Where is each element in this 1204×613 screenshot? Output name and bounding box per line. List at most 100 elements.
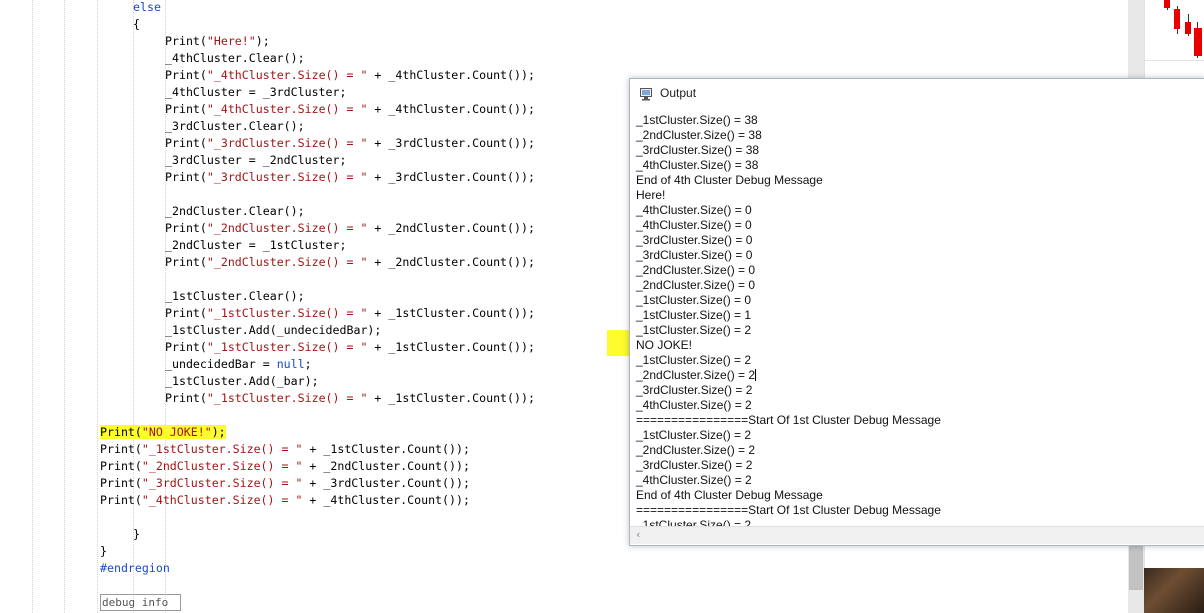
output-line-text: _1stCluster.Size() = 2 (636, 518, 752, 526)
indent-guide (64, 0, 65, 613)
code-token: Print( (165, 340, 207, 354)
output-line: _2ndCluster.Size() = 2 (636, 443, 755, 458)
output-line: _1stCluster.Size() = 0 (636, 293, 751, 308)
output-line: _4thCluster.Size() = 2 (636, 473, 752, 488)
output-line-text: _2ndCluster.Size() = 0 (636, 263, 756, 277)
code-token: + _2ndCluster.Count()); (367, 255, 535, 269)
output-line-text: _3rdCluster.Size() = 0 (636, 248, 753, 262)
candle-bar (1194, 28, 1202, 56)
code-token: Print( (100, 442, 142, 456)
code-token: Print( (165, 306, 207, 320)
code-line: Print("_4thCluster.Size() = " + _4thClus… (165, 67, 535, 84)
code-token: _4thCluster = _3rdCluster; (165, 85, 347, 99)
code-token: _1stCluster.Add(_undecidedBar); (165, 323, 382, 337)
output-line-text: _1stCluster.Size() = 2 (636, 428, 752, 442)
code-line: Print("_2ndCluster.Size() = " + _2ndClus… (100, 458, 470, 475)
code-line: _3rdCluster = _2ndCluster; (165, 152, 346, 169)
code-token: Print( (165, 255, 207, 269)
code-token: Print( (165, 68, 207, 82)
output-line-text: _3rdCluster.Size() = 0 (636, 233, 753, 247)
code-line: Print("_4thCluster.Size() = " + _4thClus… (165, 101, 535, 118)
code-string: "_2ndCluster.Size() = " (141, 459, 303, 473)
scroll-left-arrow-icon[interactable]: ‹ (636, 528, 640, 541)
code-keyword: #endregion (100, 561, 170, 575)
output-line-text: _2ndCluster.Size() = 0 (636, 278, 756, 292)
output-header[interactable]: Output (630, 79, 1204, 109)
code-token: } (100, 544, 107, 558)
output-line: _1stCluster.Size() = 2 (636, 428, 751, 443)
output-line: ================Start Of 1st Cluster Deb… (636, 413, 941, 428)
code-token: _1stCluster.Clear(); (165, 289, 305, 303)
code-token: + _1stCluster.Count()); (367, 340, 535, 354)
code-string: "_2ndCluster.Size() = " (206, 255, 368, 269)
code-string: "_4thCluster.Size() = " (206, 102, 368, 116)
code-token: + _3rdCluster.Count()); (367, 170, 535, 184)
code-line: _3rdCluster.Clear(); (165, 118, 305, 135)
code-token: + _3rdCluster.Count()); (367, 136, 535, 150)
output-log[interactable]: _1stCluster.Size() = 38 _2ndCluster.Size(… (630, 112, 1204, 526)
chart-panel-separator (1144, 60, 1204, 61)
output-line-text: Here! (636, 188, 666, 202)
output-line-text: _2ndCluster.Size() = 2 (636, 368, 756, 382)
output-line: _1stCluster.Size() = 2 (636, 518, 751, 526)
code-token: Print( (100, 425, 142, 439)
code-token: ); (255, 34, 270, 48)
candle-bar (1164, 0, 1170, 8)
code-token: ; (304, 357, 312, 371)
output-line: _2ndCluster.Size() = 0 (636, 263, 755, 278)
debug-info-tooltip: debug info (100, 594, 181, 611)
output-line: _4thCluster.Size() = 0 (636, 203, 752, 218)
code-line: #endregion (100, 560, 170, 577)
highlighted-code: Print("NO JOKE!"); (100, 425, 226, 439)
code-string: "_1stCluster.Size() = " (206, 391, 368, 405)
code-line: _2ndCluster = _1stCluster; (165, 237, 346, 254)
output-line-text: _2ndCluster.Size() = 2 (636, 443, 756, 457)
code-token: _4thCluster.Clear(); (165, 51, 305, 65)
output-horizontal-scrollbar[interactable]: ‹ (630, 526, 1204, 544)
indent-guide (133, 0, 134, 613)
output-line-text: _4thCluster.Size() = 2 (636, 398, 752, 412)
code-token: _undecidedBar = (165, 357, 277, 371)
output-line-text: _3rdCluster.Size() = 38 (636, 143, 760, 157)
code-token: } (133, 527, 140, 541)
output-line-text: ================Start Of 1st Cluster Deb… (636, 503, 941, 517)
code-line: Print("_1stCluster.Size() = " + _1stClus… (165, 339, 535, 356)
output-line-text: _3rdCluster.Size() = 2 (636, 383, 753, 397)
code-line: Print("_1stCluster.Size() = " + _1stClus… (165, 390, 535, 407)
output-line: End of 4th Cluster Debug Message (636, 488, 823, 503)
output-line-text: _4thCluster.Size() = 38 (636, 158, 759, 172)
code-string: "_4thCluster.Size() = " (141, 493, 303, 507)
code-line: _2ndCluster.Clear(); (165, 203, 305, 220)
code-line: Print("_4thCluster.Size() = " + _4thClus… (100, 492, 470, 509)
output-line-text: _1stCluster.Size() = 38 (636, 113, 758, 127)
code-line: Print("_1stCluster.Size() = " + _1stClus… (165, 305, 535, 322)
output-line: _2ndCluster.Size() = 0 (636, 278, 755, 293)
output-line: _3rdCluster.Size() = 0 (636, 248, 752, 263)
code-string: "_3rdCluster.Size() = " (141, 476, 303, 490)
output-line-text: NO JOKE! (636, 338, 693, 352)
code-line: _4thCluster = _3rdCluster; (165, 84, 346, 101)
code-token: Print( (165, 391, 207, 405)
code-line: Print("Here!"); (165, 33, 270, 50)
output-line: End of 4th Cluster Debug Message (636, 173, 823, 188)
code-string: "_1stCluster.Size() = " (206, 340, 368, 354)
code-string: "_1stCluster.Size() = " (141, 442, 303, 456)
output-window-icon (640, 88, 652, 101)
candle-bar (1174, 9, 1180, 29)
code-line: _1stCluster.Clear(); (165, 288, 305, 305)
code-token: + _2ndCluster.Count()); (302, 459, 470, 473)
output-line-text: _1stCluster.Size() = 0 (636, 293, 752, 307)
code-token: ); (211, 425, 226, 439)
output-line: _1stCluster.Size() = 2 (636, 353, 751, 368)
output-line: _4thCluster.Size() = 38 (636, 158, 758, 173)
output-line: _3rdCluster.Size() = 0 (636, 233, 752, 248)
code-token: _3rdCluster.Clear(); (165, 119, 305, 133)
code-token: Print( (100, 459, 142, 473)
code-line: _1stCluster.Add(_bar); (165, 373, 319, 390)
code-token: _2ndCluster.Clear(); (165, 204, 305, 218)
code-keyword: else (133, 0, 161, 14)
code-line: Print("NO JOKE!"); (100, 424, 226, 441)
output-line: ================Start Of 1st Cluster Deb… (636, 503, 941, 518)
code-token: { (133, 17, 140, 31)
output-window[interactable]: Output _1stCluster.Size() = 38 _2ndCluste… (629, 78, 1204, 546)
